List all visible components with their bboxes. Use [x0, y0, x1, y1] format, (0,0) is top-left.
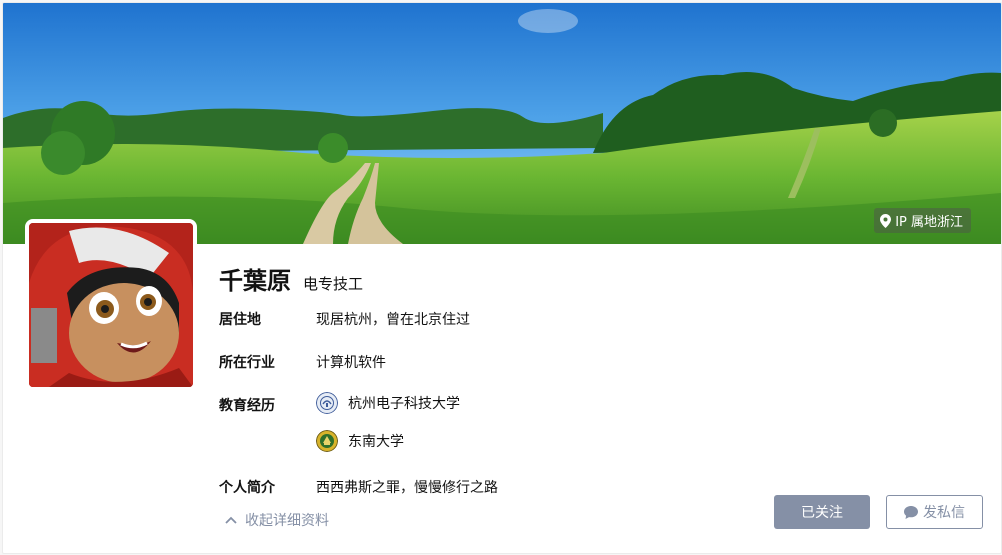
education-item[interactable]: 东南大学 [316, 430, 460, 452]
avatar[interactable] [25, 219, 197, 391]
cover-image: IP 属地浙江 [3, 3, 1001, 244]
industry-row: 所在行业 计算机软件 [219, 352, 386, 372]
collapse-details-label: 收起详细资料 [245, 513, 329, 529]
industry-label: 所在行业 [219, 355, 275, 371]
ip-location-text: IP 属地浙江 [895, 215, 963, 230]
university-logo-icon [316, 430, 338, 452]
followed-button-label: 已关注 [801, 505, 843, 521]
location-pin-icon [880, 213, 892, 228]
followed-button[interactable]: 已关注 [774, 495, 870, 529]
residence-row: 居住地 现居杭州，曾在北京住过 [219, 309, 470, 329]
bio-row: 个人简介 西西弗斯之罪，慢慢修行之路 [219, 477, 498, 497]
bio-label: 个人简介 [219, 480, 275, 496]
send-message-label: 发私信 [923, 505, 965, 521]
education-list: 杭州电子科技大学 东南大学 [316, 392, 460, 452]
ip-location-badge: IP 属地浙江 [874, 208, 971, 233]
user-headline: 电专技工 [303, 275, 364, 293]
send-message-button[interactable]: 发私信 [886, 495, 983, 529]
industry-value: 计算机软件 [316, 355, 386, 371]
residence-label: 居住地 [219, 312, 261, 328]
residence-value: 现居杭州，曾在北京住过 [316, 312, 470, 328]
collapse-details-button[interactable]: 收起详细资料 [225, 510, 329, 530]
profile-card: IP 属地浙江 千葉原 电专技工 居住地 现居杭州，曾在北京住过 所在行业 计算… [2, 2, 1002, 554]
university-logo-icon [316, 392, 338, 414]
bio-value: 西西弗斯之罪，慢慢修行之路 [316, 480, 498, 496]
name-row: 千葉原 电专技工 [219, 261, 363, 296]
message-bubble-icon [904, 505, 918, 519]
education-school: 杭州电子科技大学 [348, 396, 460, 412]
education-row: 教育经历 杭州电子科技大学 东南大学 [219, 392, 460, 452]
education-item[interactable]: 杭州电子科技大学 [316, 392, 460, 414]
user-name: 千葉原 [219, 267, 291, 295]
education-label: 教育经历 [219, 398, 275, 414]
education-school: 东南大学 [348, 434, 404, 450]
chevron-up-icon [225, 516, 237, 524]
